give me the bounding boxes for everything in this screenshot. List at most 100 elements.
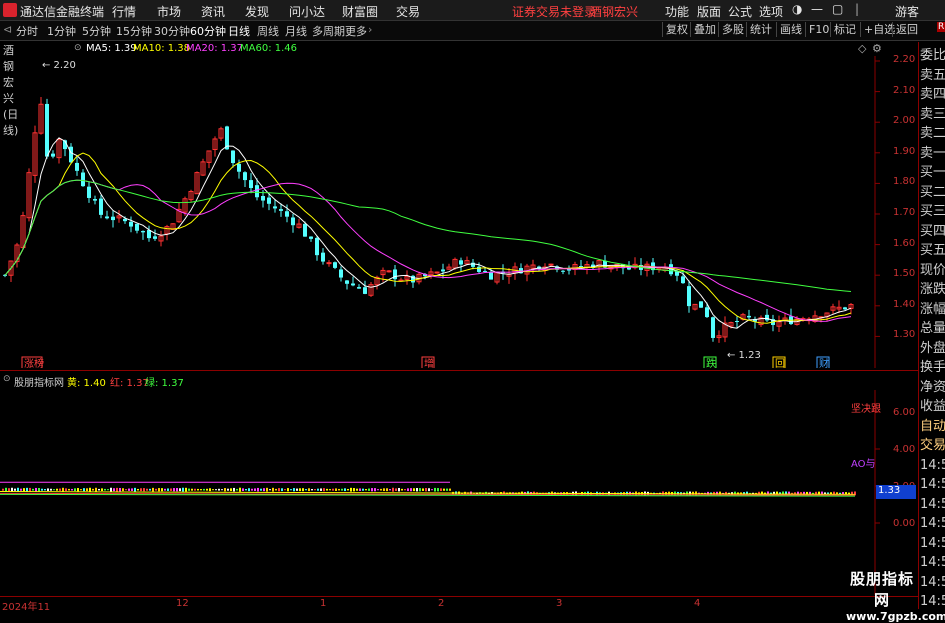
period-toolbar: ⊲ 分时 1分钟 5分钟 15分钟 30分钟 60分钟 日线 周线 月线 多周期… (0, 21, 945, 41)
menu-shichang[interactable]: 市场 (157, 3, 181, 20)
menu-gongneng[interactable]: 功能 (665, 3, 689, 20)
indicator-bar (5, 487, 7, 492)
btn-back[interactable]: 返回 (892, 22, 921, 37)
r-badge[interactable]: R (937, 22, 945, 32)
indicator-bar (113, 488, 115, 492)
indicator-bar (110, 487, 112, 492)
period-fenshi[interactable]: 分时 (16, 23, 38, 39)
indicator-bar (425, 488, 427, 492)
indicator-bar (305, 489, 307, 491)
indicator-y-tick: 0.00 (893, 518, 916, 529)
indicator-bar (95, 487, 97, 492)
menu-zixun[interactable]: 资讯 (201, 3, 225, 20)
indicator-bar (374, 488, 376, 492)
period-daily[interactable]: 日线 (228, 23, 250, 39)
btn-biaoji[interactable]: 标记 (830, 22, 859, 37)
login-warning[interactable]: 证券交易未登录 (512, 3, 596, 20)
quote-field-20[interactable]: 交易 (920, 436, 945, 455)
indicator-bar (41, 488, 43, 491)
indicator-bar (143, 488, 145, 492)
period-30min[interactable]: 30分钟 (154, 23, 190, 39)
btn-huaxian[interactable]: 画线 (776, 22, 805, 37)
candle-down (261, 196, 265, 201)
btn-fuquan[interactable]: 复权 (662, 22, 691, 37)
indicator-bar (83, 488, 85, 492)
dropdown-icon[interactable]: ⊙ (74, 43, 82, 53)
menu-xuanxiang[interactable]: 选项 (759, 3, 783, 20)
indicator-bar (47, 488, 49, 491)
indicator-bar (299, 488, 301, 492)
quote-field-19[interactable]: 自动 (920, 417, 945, 436)
indicator-bar (437, 488, 439, 492)
indicator-bar (284, 489, 286, 491)
indicator-bar (128, 488, 130, 491)
indicator-bar (359, 488, 361, 491)
period-15min[interactable]: 15分钟 (116, 23, 152, 39)
indicator-chart[interactable] (0, 390, 918, 595)
candlestick-chart[interactable]: ← 2.20 ← 1.23 涨榜 增 跌 回 财 (0, 56, 918, 368)
menu-gongshi[interactable]: 公式 (728, 3, 752, 20)
maximize-icon[interactable]: ▢ (832, 2, 843, 16)
period-multi[interactable]: 多周期 (312, 23, 345, 39)
indicator-bar (443, 488, 445, 491)
indicator-bar (236, 488, 238, 491)
quote-field-23[interactable]: 14:56 (920, 495, 945, 514)
indicator-bar (251, 488, 253, 491)
indicator-bar (446, 488, 448, 491)
indicator-bar (164, 488, 166, 491)
menu-jiaoyi[interactable]: 交易 (396, 3, 420, 20)
quote-field-25[interactable]: 14:56 (920, 534, 945, 553)
indicator-bar (2, 488, 4, 491)
btn-tongji[interactable]: 统计 (746, 22, 775, 37)
menu-faxian[interactable]: 发现 (245, 3, 269, 20)
quote-field-24[interactable]: 14:56 (920, 514, 945, 533)
quote-field-26[interactable]: 14:56 (920, 553, 945, 572)
indicator-bar (92, 488, 94, 491)
skin-icon[interactable]: ◑ (792, 2, 802, 16)
pin-icon[interactable]: ⊲ (3, 23, 12, 36)
quote-field-27[interactable]: 14:56 (920, 573, 945, 592)
period-weekly[interactable]: 周线 (257, 23, 279, 39)
candle-down (75, 162, 79, 171)
more-chevron-icon[interactable]: › (368, 23, 372, 36)
menu-caifuquan[interactable]: 财富圈 (342, 3, 378, 20)
period-60min[interactable]: 60分钟 (190, 23, 226, 39)
main-y-tick: 2.20 (893, 54, 916, 65)
quote-field-1: 卖五 (920, 67, 945, 83)
period-1min[interactable]: 1分钟 (47, 23, 76, 39)
quote-field-22[interactable]: 14:56 (920, 475, 945, 494)
minimize-icon[interactable]: — (811, 2, 823, 16)
menu-banmian[interactable]: 版面 (697, 3, 721, 20)
indicator-bar (227, 488, 229, 491)
btn-duogu[interactable]: 多股 (718, 22, 747, 37)
period-5min[interactable]: 5分钟 (82, 23, 111, 39)
menu-hangqing[interactable]: 行情 (112, 3, 136, 20)
indicator-bar (104, 488, 106, 491)
quote-field-21[interactable]: 14:56 (920, 456, 945, 475)
candle-down (711, 317, 715, 338)
candle-down (561, 270, 565, 272)
indicator-bar (395, 488, 397, 491)
guest-button[interactable]: 游客 (895, 3, 919, 20)
quote-field-6: 买一 (920, 165, 945, 180)
candle-down (681, 276, 685, 284)
candle-down (249, 180, 253, 189)
btn-diejia[interactable]: 叠加 (690, 22, 719, 37)
right-quote-panel: R 委比 卖五 卖四 卖三 卖二 卖一 买一 买二 买三 买四 买五 现价 涨跌 涨幅 总量 外盘 换手 净资 收益… (918, 22, 945, 611)
period-more[interactable]: 更多 (345, 23, 367, 39)
indicator-bar (230, 488, 232, 492)
candle-down (705, 307, 709, 318)
btn-f10[interactable]: F10 (805, 22, 832, 37)
candle-down (357, 287, 361, 289)
diamond-icon[interactable]: ◇ (858, 42, 866, 55)
app-logo-icon (3, 3, 17, 17)
menu-wenxiaoda[interactable]: 问小达 (289, 3, 325, 20)
settings-icon[interactable]: ⚙ (872, 42, 882, 55)
indicator-bar (323, 488, 325, 492)
indicator-bar (440, 488, 442, 492)
quote-field-28[interactable]: 14:56 (920, 592, 945, 611)
indicator-bar (242, 488, 244, 492)
candle-down (237, 163, 241, 172)
indicator-dropdown-icon[interactable]: ⊙ (3, 374, 11, 384)
period-monthly[interactable]: 月线 (285, 23, 307, 39)
